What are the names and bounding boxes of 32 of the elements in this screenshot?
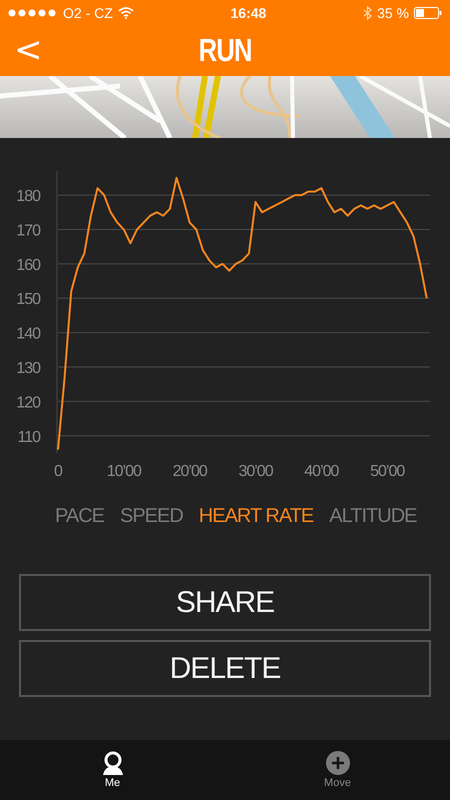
- screen-title: RUN: [198, 32, 252, 69]
- status-time: 16:48: [230, 4, 266, 20]
- axis-label: 110: [17, 428, 40, 446]
- delete-button[interactable]: DELETE: [19, 640, 431, 697]
- axis-label: 140: [16, 326, 40, 343]
- chart-tab[interactable]: HEART RATE: [198, 504, 314, 528]
- chart-tab[interactable]: ALTITUDE: [329, 504, 416, 528]
- signal-icon: [8, 8, 58, 16]
- battery-icon: [414, 6, 442, 18]
- tab-bar-item[interactable]: Move: [225, 740, 450, 800]
- battery-percent: 35 %: [377, 4, 409, 20]
- chart-tab[interactable]: PACE: [55, 504, 104, 528]
- axis-label: 30’00: [238, 463, 273, 480]
- tab-bar-item[interactable]: Me: [0, 740, 225, 800]
- axis-label: 50’00: [370, 463, 404, 480]
- bluetooth-icon: [363, 6, 372, 20]
- share-button[interactable]: SHARE: [19, 574, 431, 631]
- axis-label: 180: [16, 188, 40, 206]
- axis-label: 10’00: [106, 463, 141, 480]
- axis-label: 130: [16, 360, 40, 378]
- wifi-icon: [118, 6, 134, 18]
- axis-label: 120: [16, 394, 40, 412]
- axis-label: 20’00: [172, 463, 207, 480]
- chart-tab[interactable]: SPEED: [120, 504, 183, 528]
- axis-label: 40’00: [304, 463, 338, 480]
- axis-label: 150: [16, 291, 40, 308]
- add-icon: [326, 751, 350, 775]
- axis-label: 170: [16, 222, 40, 240]
- profile-icon: [102, 751, 124, 775]
- axis-label: 160: [16, 256, 40, 274]
- axis-label: 0: [54, 463, 62, 480]
- carrier-name: O2 - CZ: [63, 4, 113, 20]
